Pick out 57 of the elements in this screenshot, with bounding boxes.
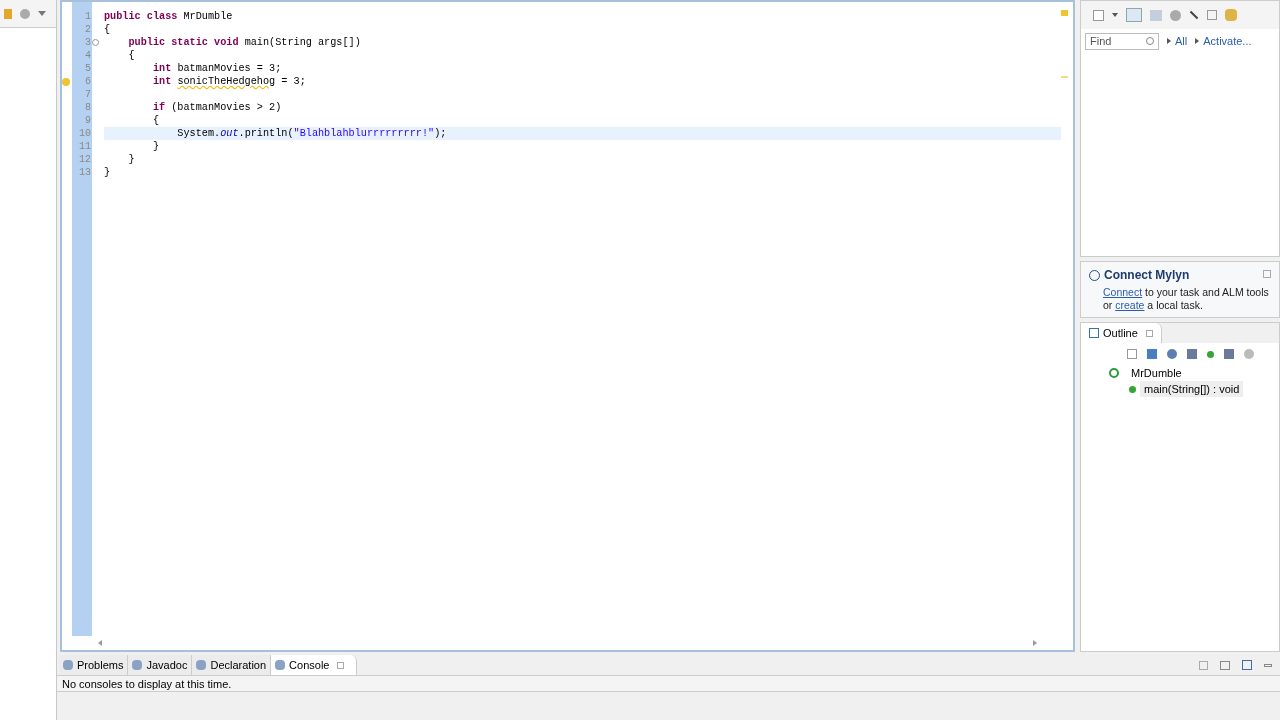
tab-icon — [132, 660, 143, 670]
view-tab[interactable]: Problems — [59, 655, 129, 675]
line-number: 7 — [85, 88, 91, 101]
line-number: 5 — [85, 62, 91, 75]
code-line: { — [104, 24, 111, 35]
line-number: 9 — [85, 114, 91, 127]
line-number: 2 — [85, 23, 91, 36]
code-line: { — [151, 115, 160, 126]
line-number: 12 — [79, 153, 91, 166]
dropdown-icon[interactable] — [38, 11, 46, 16]
mylyn-title: Connect Mylyn — [1104, 267, 1190, 284]
code-line: System.out.println("Blahblahblurrrrrrrrr!"); — [176, 128, 447, 139]
scroll-right-icon[interactable] — [1033, 640, 1037, 646]
line-number: 6 — [85, 75, 91, 88]
caret-icon — [1167, 38, 1171, 44]
code-line: public class MrDumble — [104, 11, 233, 22]
scroll-left-icon[interactable] — [98, 640, 102, 646]
find-field[interactable]: Find — [1085, 32, 1159, 50]
console-message: No consoles to display at this time. — [57, 676, 1280, 692]
line-number: 1 — [85, 10, 91, 23]
class-icon — [1109, 368, 1119, 378]
tab-icon — [275, 660, 286, 670]
code-line: } — [151, 141, 160, 152]
filter-link[interactable]: Activate... — [1203, 32, 1252, 50]
view-tab[interactable]: Javadoc — [128, 655, 193, 675]
code-line: int sonicTheHedgehog = 3; — [151, 76, 306, 87]
method-icon — [1129, 385, 1136, 393]
minimize-icon[interactable] — [1264, 663, 1272, 667]
create-link[interactable]: create — [1115, 299, 1145, 311]
warning-icon[interactable] — [62, 77, 70, 86]
line-number: 11 — [79, 140, 91, 153]
mylyn-text: Connect to your task and ALM tools or create a local task. — [1102, 286, 1270, 312]
code-line: public static void main(String args[]) — [127, 37, 361, 48]
tab-icon — [196, 660, 207, 670]
fold-icon[interactable] — [92, 39, 99, 46]
overview-marker — [1061, 76, 1068, 78]
view-tab[interactable]: Console — [271, 655, 358, 675]
code-line: } — [127, 154, 135, 165]
connect-link[interactable]: Connect — [1103, 286, 1143, 298]
line-number: 10 — [79, 127, 91, 140]
tab-icon — [63, 660, 73, 670]
overview-marker — [1061, 10, 1068, 16]
outline-tab[interactable]: Outline — [1081, 323, 1162, 343]
line-number: 13 — [79, 166, 91, 179]
outline-item[interactable]: main(String[]) : void — [1140, 380, 1244, 398]
code-line: { — [127, 50, 135, 61]
dropdown-icon[interactable] — [1112, 13, 1118, 17]
line-number: 3 — [85, 36, 91, 49]
view-tab[interactable]: Declaration — [192, 655, 272, 675]
filter-link[interactable]: All — [1175, 32, 1188, 50]
code-line: int batmanMovies = 3; — [151, 63, 282, 74]
line-number: 8 — [85, 101, 91, 114]
outline-item[interactable]: MrDumble — [1123, 364, 1182, 382]
caret-icon — [1195, 38, 1200, 44]
code-line: } — [104, 167, 111, 178]
line-number: 4 — [85, 49, 91, 62]
code-line: if (batmanMovies > 2) — [151, 102, 282, 113]
